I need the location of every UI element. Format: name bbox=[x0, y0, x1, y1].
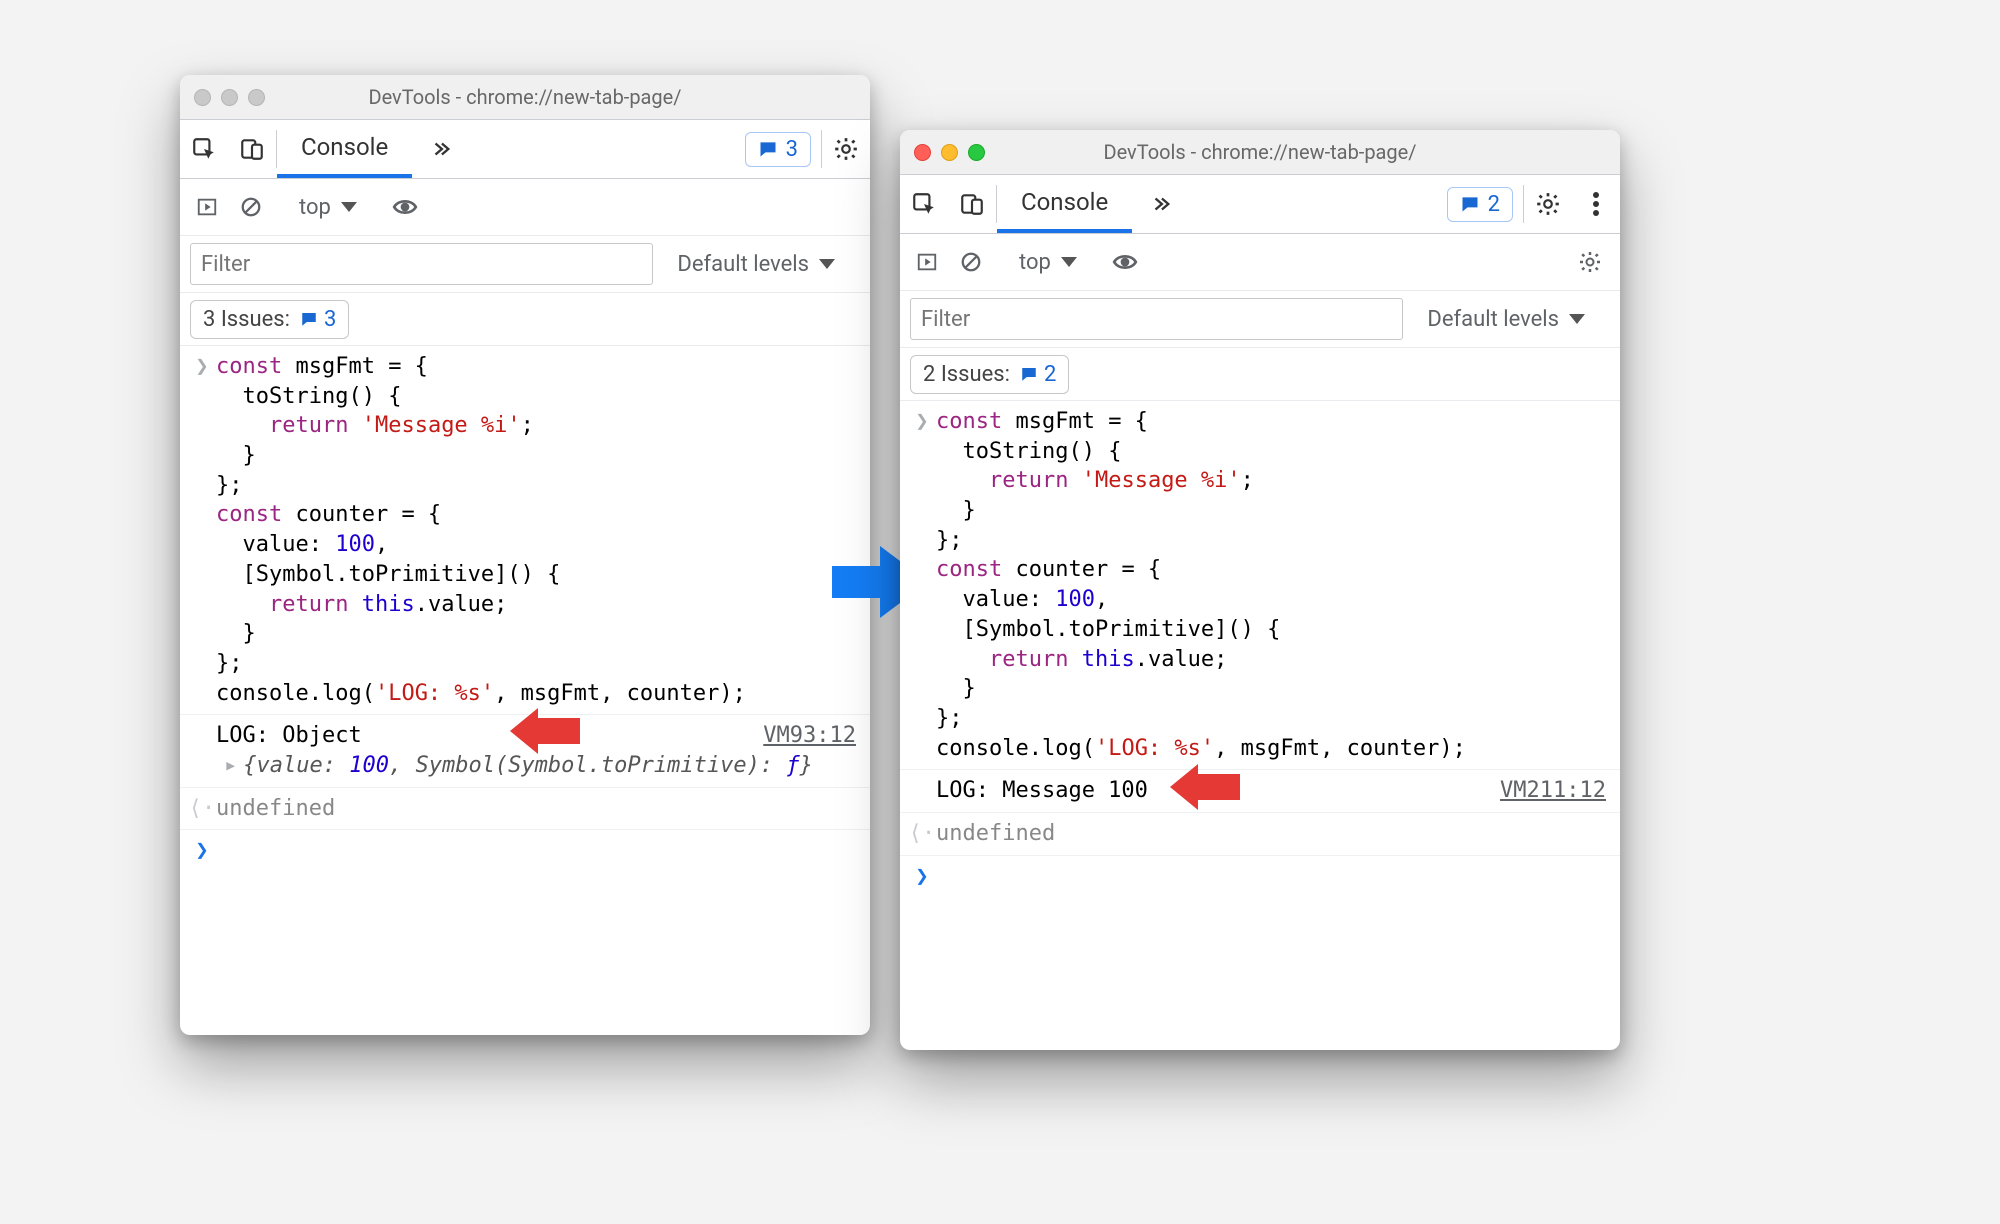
issues-badge[interactable]: 2 bbox=[1447, 187, 1513, 222]
clear-console-icon[interactable] bbox=[234, 196, 268, 218]
window-title: DevTools - chrome://new-tab-page/ bbox=[900, 140, 1620, 164]
prompt-chevron-icon: ❯ bbox=[188, 352, 216, 708]
device-toggle-icon[interactable] bbox=[228, 120, 276, 178]
message-icon: 3 bbox=[300, 307, 336, 332]
more-icon[interactable] bbox=[1572, 175, 1620, 233]
message-icon: 2 bbox=[1020, 362, 1056, 387]
console-settings-icon[interactable] bbox=[1570, 250, 1610, 274]
issues-chip[interactable]: 2 Issues: 2 bbox=[910, 355, 1069, 394]
console-tab[interactable]: Console bbox=[997, 175, 1132, 233]
live-expression-icon[interactable] bbox=[388, 194, 422, 220]
console-body: ❯ const msgFmt = { toString() { return '… bbox=[180, 346, 870, 1035]
live-expression-icon[interactable] bbox=[1108, 249, 1142, 275]
source-link[interactable]: VM211:12 bbox=[1500, 776, 1606, 806]
console-code: const msgFmt = { toString() { return 'Me… bbox=[216, 352, 856, 708]
issues-bar: 2 Issues: 2 bbox=[900, 348, 1620, 401]
message-icon bbox=[1460, 194, 1480, 214]
expand-triangle-icon[interactable]: ▸ bbox=[224, 751, 237, 781]
callout-arrow-icon bbox=[1170, 764, 1240, 810]
console-tab-label: Console bbox=[1021, 188, 1108, 216]
undefined-result: undefined bbox=[936, 821, 1055, 846]
issues-chip-count: 2 bbox=[1044, 362, 1056, 387]
console-output-row: VM211:12 LOG: Message 100 bbox=[900, 770, 1620, 813]
console-toolbar: top bbox=[180, 179, 870, 236]
console-result-row: ⟨· undefined bbox=[900, 813, 1620, 856]
console-tab[interactable]: Console bbox=[277, 120, 412, 178]
context-selector[interactable]: top bbox=[1009, 250, 1087, 275]
prompt-chevron-icon: ❯ bbox=[188, 836, 216, 866]
console-code: const msgFmt = { toString() { return 'Me… bbox=[936, 407, 1606, 763]
filter-input[interactable] bbox=[910, 298, 1403, 340]
tabbar: Console 2 bbox=[900, 175, 1620, 234]
console-input-row: ❯ const msgFmt = { toString() { return '… bbox=[900, 401, 1620, 770]
log-levels-selector[interactable]: Default levels bbox=[667, 252, 845, 277]
issues-chip[interactable]: 3 Issues: 3 bbox=[190, 300, 349, 339]
context-label: top bbox=[299, 195, 331, 220]
tabbar: Console 3 bbox=[180, 120, 870, 179]
log-levels-selector[interactable]: Default levels bbox=[1417, 307, 1595, 332]
settings-icon[interactable] bbox=[1524, 175, 1572, 233]
context-label: top bbox=[1019, 250, 1051, 275]
console-input-row: ❯ const msgFmt = { toString() { return '… bbox=[180, 346, 870, 715]
issues-badge-count: 2 bbox=[1488, 192, 1500, 217]
console-body: ❯ const msgFmt = { toString() { return '… bbox=[900, 401, 1620, 1050]
source-link[interactable]: VM93:12 bbox=[763, 721, 856, 751]
window-title: DevTools - chrome://new-tab-page/ bbox=[180, 85, 870, 109]
devtools-window-after: DevTools - chrome://new-tab-page/ Consol… bbox=[900, 130, 1620, 1050]
prompt-chevron-icon: ❯ bbox=[908, 862, 936, 892]
log-levels-label: Default levels bbox=[677, 252, 809, 277]
console-prompt-row[interactable]: ❯ bbox=[900, 856, 1620, 898]
issues-badge[interactable]: 3 bbox=[745, 132, 811, 167]
result-chevron-icon: ⟨· bbox=[908, 819, 936, 849]
filter-input[interactable] bbox=[190, 243, 653, 285]
log-levels-label: Default levels bbox=[1427, 307, 1559, 332]
tabs-overflow-icon[interactable] bbox=[412, 120, 470, 178]
context-selector[interactable]: top bbox=[289, 195, 367, 220]
sidebar-toggle-icon[interactable] bbox=[910, 251, 944, 273]
issues-badge-count: 3 bbox=[786, 137, 798, 162]
console-prompt-row[interactable]: ❯ bbox=[180, 830, 870, 872]
chevron-down-icon bbox=[1061, 257, 1077, 267]
message-icon bbox=[758, 139, 778, 159]
device-toggle-icon[interactable] bbox=[948, 175, 996, 233]
callout-arrow-icon bbox=[510, 708, 580, 754]
chevron-down-icon bbox=[341, 202, 357, 212]
issues-chip-label: 3 Issues: bbox=[203, 307, 290, 332]
sidebar-toggle-icon[interactable] bbox=[190, 196, 224, 218]
titlebar: DevTools - chrome://new-tab-page/ bbox=[180, 75, 870, 120]
result-chevron-icon: ⟨· bbox=[188, 794, 216, 824]
console-output-row: VM93:12 LOG: Object ▸ {value: 100, Symbo… bbox=[180, 715, 870, 787]
issues-chip-label: 2 Issues: bbox=[923, 362, 1010, 387]
issues-chip-count: 3 bbox=[324, 307, 336, 332]
issues-bar: 3 Issues: 3 bbox=[180, 293, 870, 346]
filter-bar: Default levels bbox=[180, 236, 870, 293]
prompt-chevron-icon: ❯ bbox=[908, 407, 936, 763]
filter-bar: Default levels bbox=[900, 291, 1620, 348]
inspect-icon[interactable] bbox=[900, 175, 948, 233]
clear-console-icon[interactable] bbox=[954, 251, 988, 273]
console-result-row: ⟨· undefined bbox=[180, 788, 870, 831]
devtools-window-before: DevTools - chrome://new-tab-page/ Consol… bbox=[180, 75, 870, 1035]
inspect-icon[interactable] bbox=[180, 120, 228, 178]
console-toolbar: top bbox=[900, 234, 1620, 291]
console-tab-label: Console bbox=[301, 133, 388, 161]
chevron-down-icon bbox=[819, 259, 835, 269]
undefined-result: undefined bbox=[216, 796, 335, 821]
object-preview[interactable]: {value: 100, Symbol(Symbol.toPrimitive):… bbox=[243, 751, 813, 781]
tabs-overflow-icon[interactable] bbox=[1132, 175, 1190, 233]
settings-icon[interactable] bbox=[822, 120, 870, 178]
chevron-down-icon bbox=[1569, 314, 1585, 324]
titlebar: DevTools - chrome://new-tab-page/ bbox=[900, 130, 1620, 175]
